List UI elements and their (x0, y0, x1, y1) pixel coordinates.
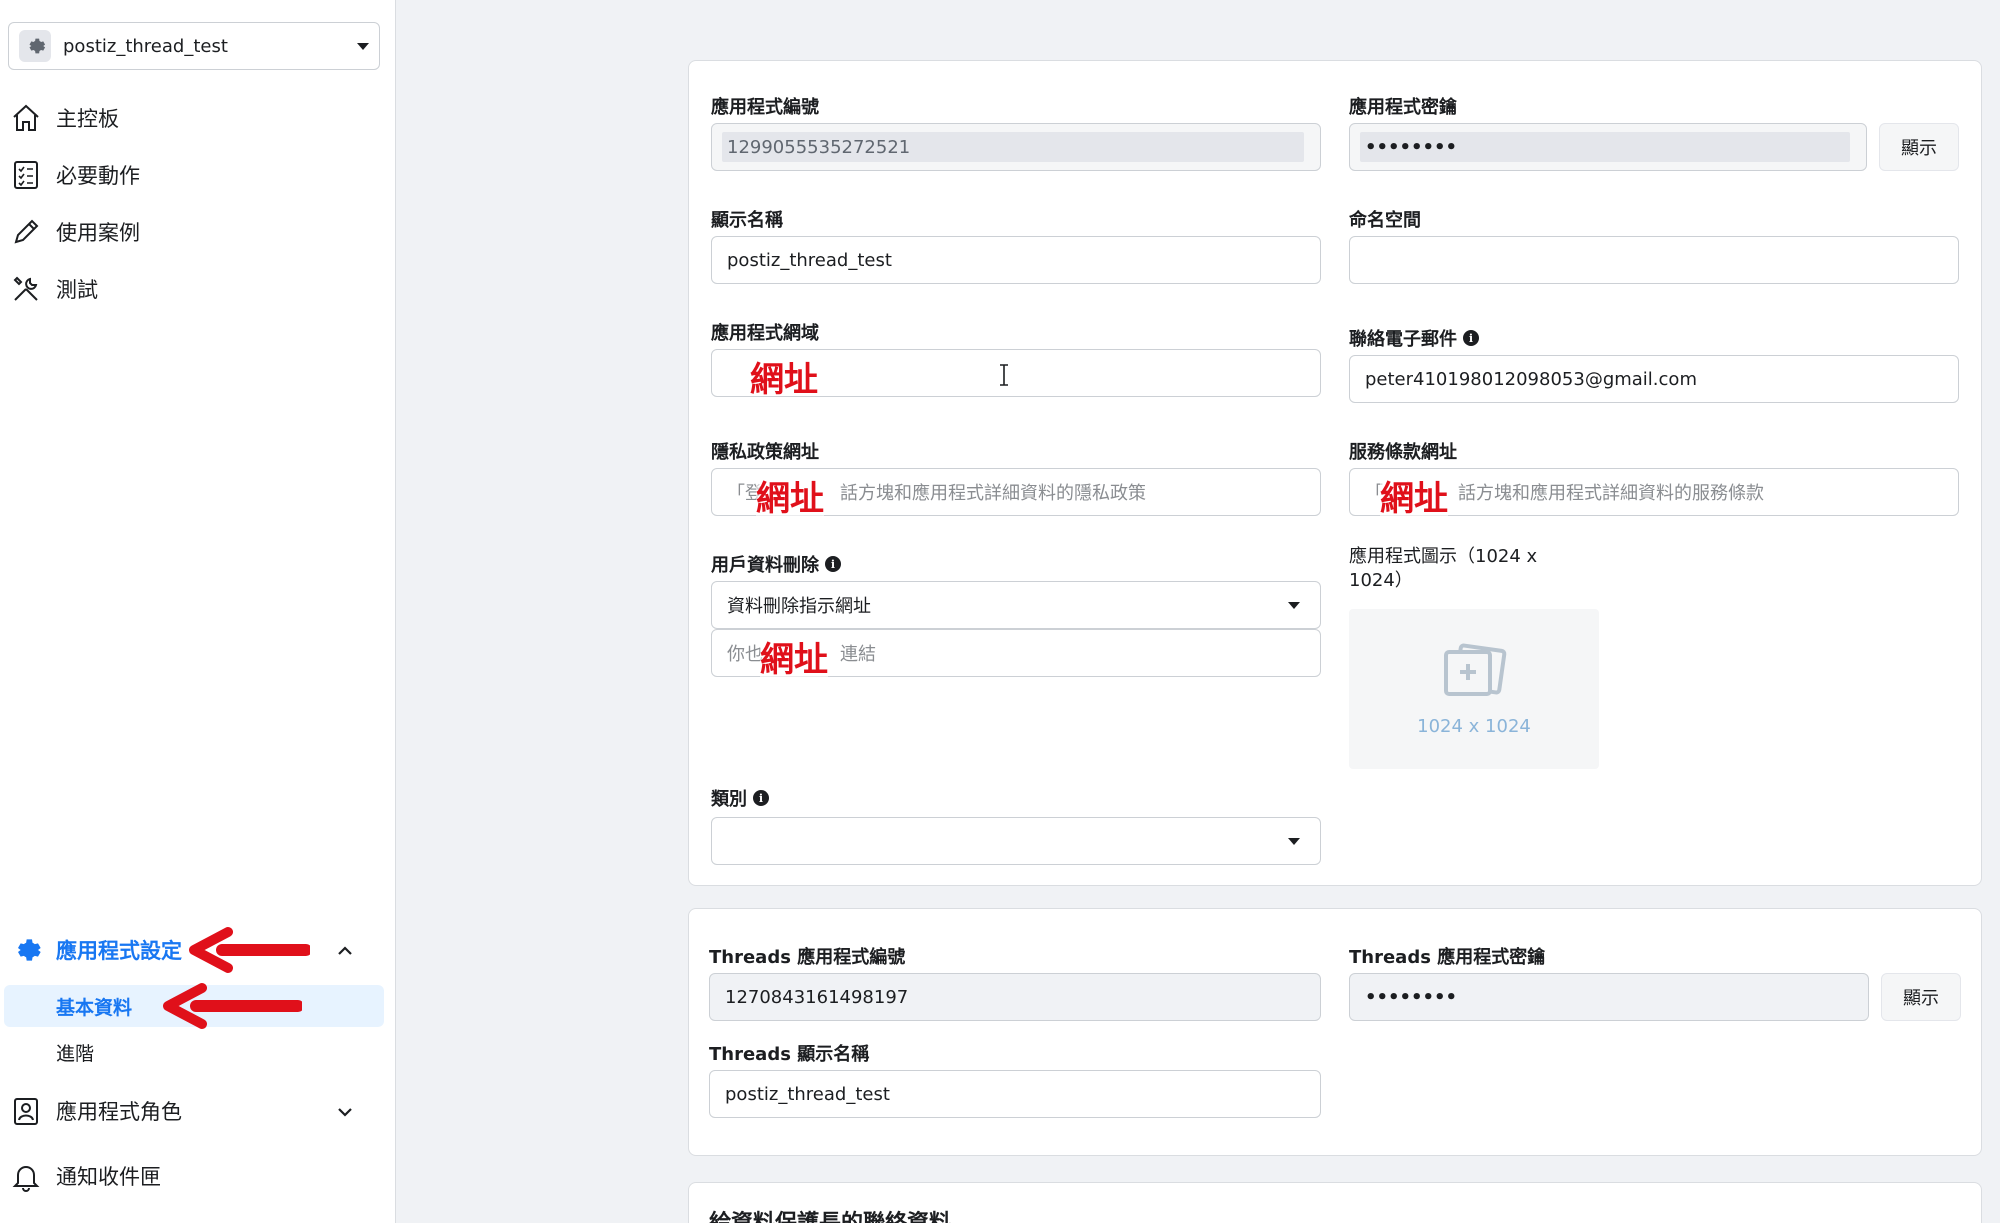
checklist-icon (14, 161, 38, 189)
app-icon-label: 應用程式圖示（1024 x 1024） (1349, 545, 1537, 593)
category-select[interactable] (711, 817, 1321, 865)
app-selector[interactable]: postiz_thread_test (8, 22, 380, 70)
threads-display-name-value: postiz_thread_test (725, 1083, 890, 1105)
sidebar-subitem-label: 基本資料 (56, 996, 133, 1019)
info-icon[interactable]: i (1463, 330, 1479, 346)
show-secret-button[interactable]: 顯示 (1879, 123, 1959, 171)
sidebar-item-label: 主控板 (56, 107, 119, 131)
app-icon-label-line2: 1024） (1349, 570, 1413, 591)
dpo-section-title: 給資料保護長的聯絡資料 (709, 1205, 951, 1223)
threads-app-secret-value: •••••••• (1365, 986, 1458, 1008)
app-id-field[interactable]: 1299055535272521 (711, 123, 1321, 171)
sidebar-item-label: 必要動作 (56, 164, 140, 188)
basic-settings-card: 應用程式編號 1299055535272521 應用程式密鑰 •••••••• … (688, 60, 1982, 886)
data-deletion-url-input[interactable]: 你也 網址 連結 (711, 629, 1321, 681)
info-icon[interactable]: i (825, 556, 841, 572)
annotation-url-text: 網址 (756, 471, 824, 520)
privacy-url-placeholder-suffix: 話方塊和應用程式詳細資料的隱私政策 (840, 483, 1146, 504)
threads-display-name-input[interactable]: postiz_thread_test (709, 1070, 1321, 1118)
chevron-down-icon (1288, 601, 1300, 609)
display-name-value: postiz_thread_test (727, 249, 892, 271)
pencil-icon (14, 219, 39, 244)
app-id-value: 1299055535272521 (727, 136, 911, 158)
app-gear-icon (19, 30, 51, 62)
sidebar-subitem-advanced[interactable]: 進階 (4, 1031, 384, 1073)
app-domain-label: 應用程式網域 (711, 323, 819, 344)
terms-url-label: 服務條款網址 (1349, 442, 1457, 463)
display-name-input[interactable]: postiz_thread_test (711, 236, 1321, 284)
chevron-up-icon[interactable] (336, 942, 354, 960)
sidebar-item-notifications[interactable]: 通知收件匣 (10, 1156, 161, 1196)
category-label: 類別 i (711, 785, 769, 811)
sidebar-subitem-label: 進階 (56, 1042, 95, 1065)
sidebar-item-use-cases[interactable]: 使用案例 (10, 212, 140, 252)
privacy-url-input[interactable]: 「登 網址 話方塊和應用程式詳細資料的隱私政策 (711, 468, 1321, 520)
data-deletion-select-value: 資料刪除指示網址 (727, 596, 871, 617)
contact-email-input[interactable]: peter410198012098053@gmail.com (1349, 355, 1959, 403)
namespace-label: 命名空間 (1349, 210, 1421, 231)
gear-icon (18, 939, 41, 961)
text-cursor-icon (1000, 364, 1008, 386)
sidebar: postiz_thread_test 主控板 必要動作 使用案例 測試 應用程式… (0, 0, 396, 1223)
category-label-text: 類別 (711, 789, 747, 810)
sidebar-item-label: 使用案例 (56, 221, 140, 245)
display-name-label: 顯示名稱 (711, 210, 783, 231)
sidebar-item-label: 應用程式設定 (56, 939, 182, 963)
dpo-contact-card: 給資料保護長的聯絡資料 (688, 1182, 1982, 1223)
annotation-arrow-icon (189, 927, 310, 973)
bell-icon (12, 1166, 40, 1192)
chevron-down-icon (357, 42, 369, 50)
chevron-down-icon (1288, 837, 1300, 845)
sidebar-item-label: 測試 (56, 278, 98, 302)
annotation-arrow-icon (163, 983, 302, 1029)
app-secret-value: •••••••• (1365, 136, 1458, 158)
annotation-url-text: 網址 (1380, 471, 1448, 520)
namespace-input[interactable] (1349, 236, 1959, 284)
contact-email-label-text: 聯絡電子郵件 (1349, 329, 1457, 350)
app-secret-field[interactable]: •••••••• (1349, 123, 1867, 171)
image-upload-icon (1444, 643, 1507, 696)
data-deletion-label-text: 用戶資料刪除 (711, 555, 819, 576)
sidebar-item-app-roles[interactable]: 應用程式角色 (10, 1091, 182, 1131)
roles-icon (14, 1098, 38, 1125)
threads-app-secret-field[interactable]: •••••••• (1349, 973, 1869, 1021)
chevron-down-icon[interactable] (336, 1103, 354, 1121)
tools-icon (13, 276, 38, 301)
annotation-url-text: 網址 (760, 632, 828, 681)
sidebar-item-required-actions[interactable]: 必要動作 (10, 155, 140, 195)
data-deletion-label: 用戶資料刪除 i (711, 551, 841, 577)
app-secret-label: 應用程式密鑰 (1349, 97, 1457, 118)
contact-email-label: 聯絡電子郵件 i (1349, 325, 1479, 351)
app-icon-size-text: 1024 x 1024 (1417, 715, 1531, 737)
sidebar-item-label: 應用程式角色 (56, 1100, 182, 1124)
app-icon-label-line1: 應用程式圖示（1024 x (1349, 546, 1538, 567)
info-icon[interactable]: i (753, 790, 769, 806)
sidebar-item-testing[interactable]: 測試 (10, 269, 98, 309)
sidebar-item-dashboard[interactable]: 主控板 (10, 98, 119, 138)
sidebar-item-app-settings[interactable]: 應用程式設定 (10, 930, 182, 970)
data-deletion-placeholder-suffix: 連結 (840, 644, 876, 665)
home-icon (13, 104, 39, 131)
app-icon-upload[interactable]: 1024 x 1024 (1349, 609, 1599, 769)
data-deletion-placeholder-prefix: 你也 (727, 644, 763, 665)
privacy-url-label: 隱私政策網址 (711, 442, 819, 463)
threads-app-secret-label: Threads 應用程式密鑰 (1349, 947, 1546, 968)
threads-app-id-value: 1270843161498197 (725, 986, 909, 1008)
app-selector-name: postiz_thread_test (63, 35, 228, 57)
contact-email-value: peter410198012098053@gmail.com (1365, 368, 1697, 390)
threads-settings-card: Threads 應用程式編號 1270843161498197 Threads … (688, 908, 1982, 1156)
data-deletion-select[interactable]: 資料刪除指示網址 (711, 581, 1321, 629)
terms-url-placeholder-suffix: 話方塊和應用程式詳細資料的服務條款 (1458, 483, 1764, 504)
threads-display-name-label: Threads 顯示名稱 (709, 1044, 870, 1065)
app-id-label: 應用程式編號 (711, 97, 819, 118)
threads-show-secret-button[interactable]: 顯示 (1881, 973, 1961, 1021)
threads-app-id-label: Threads 應用程式編號 (709, 947, 906, 968)
sidebar-item-label: 通知收件匣 (56, 1165, 161, 1189)
terms-url-input[interactable]: 「 網址 話方塊和應用程式詳細資料的服務條款 (1349, 468, 1959, 520)
app-domain-input[interactable]: 網址 (711, 349, 1321, 400)
threads-app-id-field[interactable]: 1270843161498197 (709, 973, 1321, 1021)
annotation-url-text: 網址 (750, 360, 818, 400)
